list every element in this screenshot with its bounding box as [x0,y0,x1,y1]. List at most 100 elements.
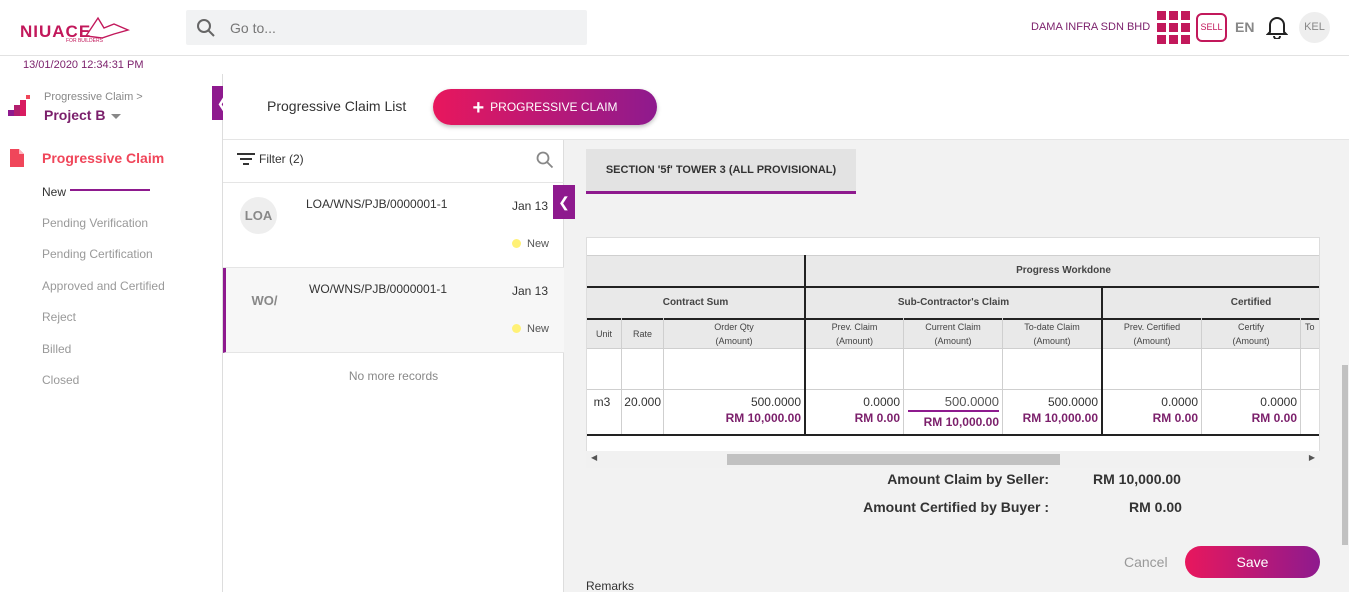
user-avatar[interactable]: KEL [1299,12,1330,43]
sidebar-item-closed[interactable]: Closed [42,373,79,387]
add-button-label: PROGRESSIVE CLAIM [490,100,618,114]
document-icon [10,149,24,167]
app-logo[interactable]: NIUACE FOR BUILDERS [20,14,140,44]
list-item[interactable]: LOA LOA/WNS/PJB/0000001-1 Jan 13 New [223,183,564,268]
col-header-prev-certified: Prev. Certified (Amount) [1103,320,1201,348]
company-name[interactable]: DAMA INFRA SDN BHD [1031,21,1150,33]
group-header-contract: Contract Sum [662,297,729,308]
table-horizontal-scrollbar[interactable]: ◀ ▶ [586,451,1320,468]
cell-certify-amount: RM 0.00 [1251,411,1297,425]
active-indicator [70,189,150,191]
status-dot-icon [512,323,521,333]
content-header: Progressive Claim List + PROGRESSIVE CLAI… [223,74,1349,140]
project-name: Project B [44,107,106,123]
page-title: Progressive Claim List [267,98,407,114]
status-label: New [527,238,550,250]
cell-rate: 20.000 [624,395,661,409]
record-reference: LOA/WNS/PJB/0000001-1 [306,197,448,211]
add-progressive-claim-button[interactable]: + PROGRESSIVE CLAIM [433,89,657,125]
remarks-label: Remarks [586,579,635,593]
scroll-right-icon[interactable]: ▶ [1309,453,1315,462]
col-header-label: Order Qty [714,322,754,332]
sidebar-item-billed[interactable]: Billed [42,342,71,356]
sidebar-item-approved-certified[interactable]: Approved and Certified [42,279,165,293]
chevron-left-icon: ❮ [558,194,570,210]
col-header-sub: (Amount) [835,336,873,346]
amount-certified-label: Amount Certified by Buyer : [863,499,1049,515]
cell-todate-claim-amount: RM 10,000.00 [1022,411,1098,425]
sidebar-item-new[interactable]: New [42,185,66,199]
nav-section-title[interactable]: Progressive Claim [42,150,164,166]
project-selector[interactable]: Project B [44,107,122,123]
col-header-label: Prev. Certified [1123,322,1181,332]
col-header-order-qty: Order Qty (Amount) [664,320,804,348]
cancel-button[interactable]: Cancel [1124,554,1168,570]
col-header-label: To-date Claim [1024,322,1080,332]
cell-prev-claim: 0.0000 [863,395,900,409]
cell-prev-claim-amount: RM 0.00 [854,411,900,425]
scrollbar-thumb[interactable] [1342,365,1348,545]
sell-mode-button[interactable]: SELL [1196,13,1227,42]
claim-list-pane: Filter (2) LOA LOA/WNS/PJB/0000001-1 Jan… [223,140,564,592]
status-badge: New [512,323,549,335]
logo-mark-icon [84,16,130,39]
search-icon[interactable] [536,151,554,169]
cell-certify: 0.0000 [1260,395,1297,409]
current-claim-input[interactable]: 500.0000 [908,394,999,412]
status-label: New [527,323,550,335]
claim-table: Progress Workdone Contract Sum Sub-Contr… [586,237,1320,468]
chevron-down-icon [111,113,122,119]
table-line [587,434,1319,436]
page-vertical-scrollbar[interactable] [1341,140,1349,592]
col-header-sub: (Amount) [715,336,753,346]
table-line [587,348,1319,349]
status-dot-icon [512,238,521,248]
search-input[interactable] [230,18,560,38]
col-header-current-claim: Current Claim (Amount) [904,320,1002,348]
col-header-unit: Unit [595,329,612,339]
amount-claim-label: Amount Claim by Seller: [887,471,1049,487]
filter-icon[interactable] [237,152,255,166]
cell-order-amount: RM 10,000.00 [725,411,801,425]
col-header-partial: To [1305,322,1315,332]
col-header-prev-claim: Prev. Claim (Amount) [806,320,903,348]
language-toggle[interactable]: EN [1235,19,1254,35]
global-search[interactable] [186,10,587,45]
apps-grid-icon[interactable] [1157,11,1190,44]
status-badge: New [512,238,549,250]
group-header-certified: Certified [1230,297,1272,308]
table-line [1300,318,1301,434]
bell-icon[interactable] [1266,15,1288,39]
current-datetime: 13/01/2020 12:34:31 PM [23,59,144,71]
amount-claim-value: RM 10,000.00 [1093,471,1181,487]
col-header-certify: Certify (Amount) [1202,320,1300,348]
sidebar-item-pending-verification[interactable]: Pending Verification [42,216,148,230]
cell-unit: m3 [593,395,611,409]
table-line [587,389,1319,390]
col-header-sub: (Amount) [934,336,972,346]
col-header-sub: (Amount) [1232,336,1270,346]
scrollbar-thumb[interactable] [727,454,1060,465]
claim-detail-pane: SECTION '5f' TOWER 3 (ALL PROVISIONAL) P… [564,140,1341,593]
save-button[interactable]: Save [1185,546,1320,578]
list-item[interactable]: WO/ WO/WNS/PJB/0000001-1 Jan 13 New [223,268,564,353]
breadcrumb[interactable]: Progressive Claim > [44,91,143,103]
col-header-sub: (Amount) [1133,336,1171,346]
group-header-progress: Progress Workdone [1016,265,1111,276]
filter-bar: Filter (2) [223,140,564,183]
list-collapse-button[interactable]: ❮ [553,185,575,219]
top-bar: NIUACE FOR BUILDERS DAMA INFRA SDN BHD S… [0,0,1349,56]
amount-certified-value: RM 0.00 [1129,499,1182,515]
record-type-badge: LOA [240,197,277,234]
group-header-subcon: Sub-Contractor's Claim [897,297,1010,308]
section-tab[interactable]: SECTION '5f' TOWER 3 (ALL PROVISIONAL) [586,149,856,194]
scroll-left-icon[interactable]: ◀ [591,453,597,462]
col-header-rate: Rate [632,329,652,339]
project-stairs-icon [8,95,30,116]
filter-label[interactable]: Filter (2) [259,152,304,166]
table-line [587,255,1319,256]
sidebar-item-pending-certification[interactable]: Pending Certification [42,247,153,261]
sidebar-item-reject[interactable]: Reject [42,310,76,324]
record-reference: WO/WNS/PJB/0000001-1 [309,282,448,296]
record-type-badge: WO/ [251,293,278,308]
